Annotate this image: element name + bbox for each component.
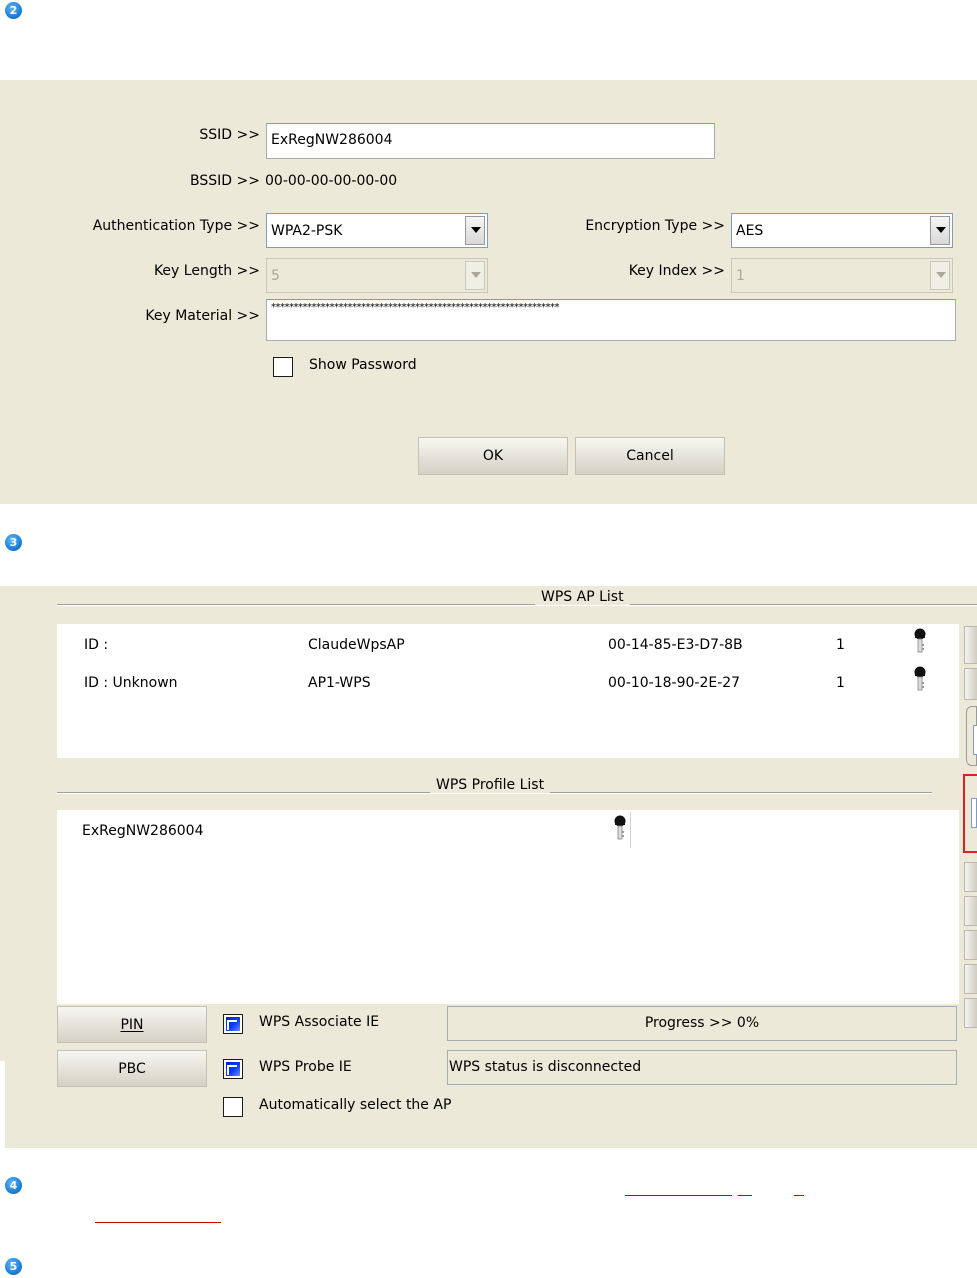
pin-button[interactable]: PIN xyxy=(57,1006,207,1043)
enc-type-label: Encryption Type >> xyxy=(585,218,725,234)
key-material-label: Key Material >> xyxy=(145,308,260,324)
side-button[interactable] xyxy=(964,896,977,926)
chevron-down-icon[interactable] xyxy=(465,216,485,245)
hyperlink[interactable] xyxy=(738,1195,752,1196)
side-field xyxy=(971,798,977,828)
ap-ssid: AP1-WPS xyxy=(308,675,371,691)
auto-select-ap-label: Automatically select the AP xyxy=(259,1097,452,1113)
side-button[interactable] xyxy=(964,930,977,960)
column-divider xyxy=(630,812,631,848)
chevron-down-icon[interactable] xyxy=(930,216,950,245)
ap-list-title: WPS AP List xyxy=(535,589,630,605)
ap-id: ID : Unknown xyxy=(84,675,178,691)
key-material-input[interactable]: ****************************************… xyxy=(266,299,956,341)
wps-associate-ie-label: WPS Associate IE xyxy=(259,1014,380,1030)
pbc-button-label: PBC xyxy=(118,1060,146,1077)
cancel-button[interactable]: Cancel xyxy=(575,437,725,475)
auth-type-select[interactable]: WPA2-PSK xyxy=(266,213,488,248)
bssid-value: 00-00-00-00-00-00 xyxy=(265,173,398,189)
key-index-value: 1 xyxy=(736,268,745,284)
hyperlink[interactable] xyxy=(625,1195,732,1196)
wps-status-display: WPS status is disconnected xyxy=(447,1050,957,1085)
wps-panel: WPS AP List ID : ClaudeWpsAP 00-14-85-E3… xyxy=(0,586,977,1148)
ap-bssid: 00-10-18-90-2E-27 xyxy=(608,675,741,691)
highlight-box xyxy=(963,774,977,853)
profile-ssid: ExRegNW286004 xyxy=(82,823,204,839)
side-button[interactable] xyxy=(964,862,977,892)
auth-type-value: WPA2-PSK xyxy=(271,223,343,239)
auto-select-ap-checkbox[interactable] xyxy=(223,1097,243,1117)
wps-probe-ie-label: WPS Probe IE xyxy=(259,1059,352,1075)
hyperlink[interactable] xyxy=(95,1222,221,1223)
side-field xyxy=(973,725,977,755)
lock-key-icon xyxy=(914,628,926,653)
profile-list-title: WPS Profile List xyxy=(430,777,551,793)
key-length-value: 5 xyxy=(271,268,280,284)
enc-type-select[interactable]: AES xyxy=(731,213,953,248)
ap-list-divider xyxy=(57,604,977,606)
ap-list[interactable]: ID : ClaudeWpsAP 00-14-85-E3-D7-8B 1 ID … xyxy=(57,624,959,758)
ap-channel: 1 xyxy=(836,637,845,653)
ssid-label: SSID >> xyxy=(199,127,260,143)
side-button[interactable] xyxy=(964,626,977,664)
side-button[interactable] xyxy=(964,998,977,1028)
key-length-label: Key Length >> xyxy=(153,263,260,279)
progress-display: Progress >> 0% xyxy=(447,1006,957,1041)
side-button[interactable] xyxy=(964,964,977,994)
show-password-label: Show Password xyxy=(309,357,417,373)
profile-list[interactable]: ExRegNW286004 xyxy=(57,810,959,1004)
chevron-down-icon[interactable] xyxy=(465,261,485,290)
key-length-select[interactable]: 5 xyxy=(266,258,488,293)
wps-probe-ie-checkbox[interactable] xyxy=(223,1059,243,1079)
bssid-label: BSSID >> xyxy=(190,173,260,189)
chevron-down-icon[interactable] xyxy=(930,261,950,290)
panel-edge xyxy=(0,1061,5,1148)
ap-id: ID : xyxy=(84,637,109,653)
key-index-select[interactable]: 1 xyxy=(731,258,953,293)
ok-button[interactable]: OK xyxy=(418,437,568,475)
hyperlink[interactable] xyxy=(794,1195,804,1196)
ap-channel: 1 xyxy=(836,675,845,691)
ssid-input[interactable]: ExRegNW286004 xyxy=(266,123,715,159)
auth-type-label: Authentication Type >> xyxy=(92,218,260,234)
lock-key-icon xyxy=(914,666,926,691)
side-button[interactable] xyxy=(964,668,977,700)
pbc-button[interactable]: PBC xyxy=(57,1050,207,1087)
wps-associate-ie-checkbox[interactable] xyxy=(223,1014,243,1034)
ap-bssid: 00-14-85-E3-D7-8B xyxy=(608,637,743,653)
cancel-button-label: Cancel xyxy=(626,448,674,464)
step-3-bullet: 3 xyxy=(5,534,22,551)
ap-ssid: ClaudeWpsAP xyxy=(308,637,405,653)
key-index-label: Key Index >> xyxy=(628,263,725,279)
side-button[interactable] xyxy=(966,706,977,766)
step-2-bullet: 2 xyxy=(5,2,22,19)
pin-button-label: PIN xyxy=(120,1016,144,1033)
ok-button-label: OK xyxy=(482,448,504,464)
step-4-bullet: 4 xyxy=(5,1177,22,1194)
profile-settings-panel: SSID >> ExRegNW286004 BSSID >> 00-00-00-… xyxy=(0,80,977,504)
show-password-checkbox[interactable] xyxy=(273,357,293,377)
step-5-bullet: 5 xyxy=(5,1258,22,1275)
enc-type-value: AES xyxy=(736,223,764,239)
lock-key-icon xyxy=(614,815,626,840)
